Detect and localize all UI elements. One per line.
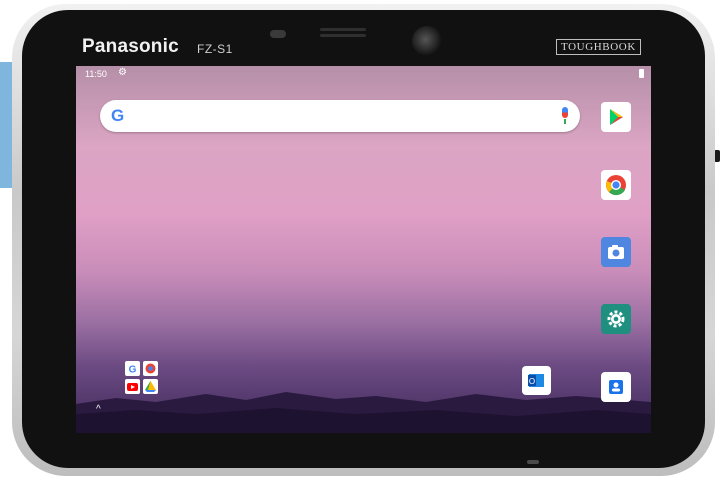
settings-gear-icon: ⚙: [118, 67, 127, 78]
google-g-icon: G: [111, 106, 125, 125]
model-label: FZ-S1: [197, 42, 233, 56]
brand-logo: Panasonic: [82, 36, 179, 57]
play-store-icon[interactable]: [601, 102, 631, 132]
front-camera: [412, 26, 442, 56]
microphone-icon[interactable]: [560, 107, 570, 125]
outlook-icon[interactable]: O: [522, 366, 551, 395]
hardware-home-indicator: [527, 460, 539, 464]
earpiece-speaker: [320, 28, 366, 40]
chrome-icon[interactable]: [601, 170, 631, 200]
device-screen: 11:50 ⚙ G O G ^: [76, 66, 651, 433]
svg-text:G: G: [129, 365, 137, 376]
svg-text:O: O: [529, 377, 535, 386]
battery-icon: [639, 69, 644, 78]
settings-icon[interactable]: [601, 304, 631, 334]
wallpaper-mountains: [76, 392, 651, 433]
google-search-bar[interactable]: G: [100, 100, 580, 132]
contacts-icon[interactable]: [601, 372, 631, 402]
camera-icon[interactable]: [601, 237, 631, 267]
app-drawer-hint[interactable]: ^: [96, 404, 101, 415]
front-sensor: [270, 30, 286, 38]
google-apps-folder-icon[interactable]: G: [124, 360, 160, 396]
toughbook-badge: TOUGHBOOK: [556, 39, 641, 55]
status-bar: 11:50 ⚙: [76, 66, 651, 82]
status-time: 11:50: [85, 69, 107, 79]
